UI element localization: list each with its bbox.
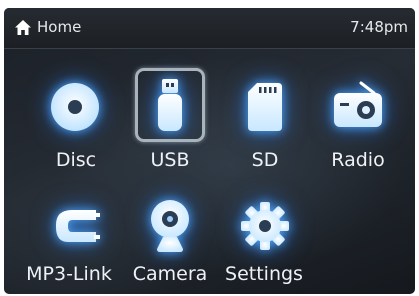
menu-label-usb: USB [150,149,190,171]
clock: 7:48pm [350,18,408,36]
selection-highlight [135,68,205,142]
menu-label-mp3-link: MP3-Link [26,263,112,285]
menu-item-settings[interactable] [228,189,302,263]
menu-label-sd: SD [251,149,279,171]
menu-item-mp3-link[interactable] [38,189,112,263]
radio-icon [334,81,382,127]
menu-item-radio[interactable] [321,69,395,143]
mp3-link-icon [56,210,100,242]
disc-icon [51,83,99,131]
gear-icon [241,202,289,250]
camera-icon [151,200,189,252]
menu-label-settings: Settings [225,263,303,285]
menu-item-disc[interactable] [38,69,112,143]
menu-label-camera: Camera [132,263,208,285]
status-title: Home [37,18,82,36]
menu-label-disc: Disc [55,149,97,171]
sd-card-icon [248,83,282,131]
home-screen: Home 7:48pm Disc USB SD Radio MP3-Link C… [4,8,415,294]
menu-label-radio: Radio [331,149,385,171]
status-bar: Home 7:48pm [4,8,415,49]
menu-item-camera[interactable] [133,189,207,263]
menu-item-sd[interactable] [228,69,302,143]
home-icon [15,20,31,35]
